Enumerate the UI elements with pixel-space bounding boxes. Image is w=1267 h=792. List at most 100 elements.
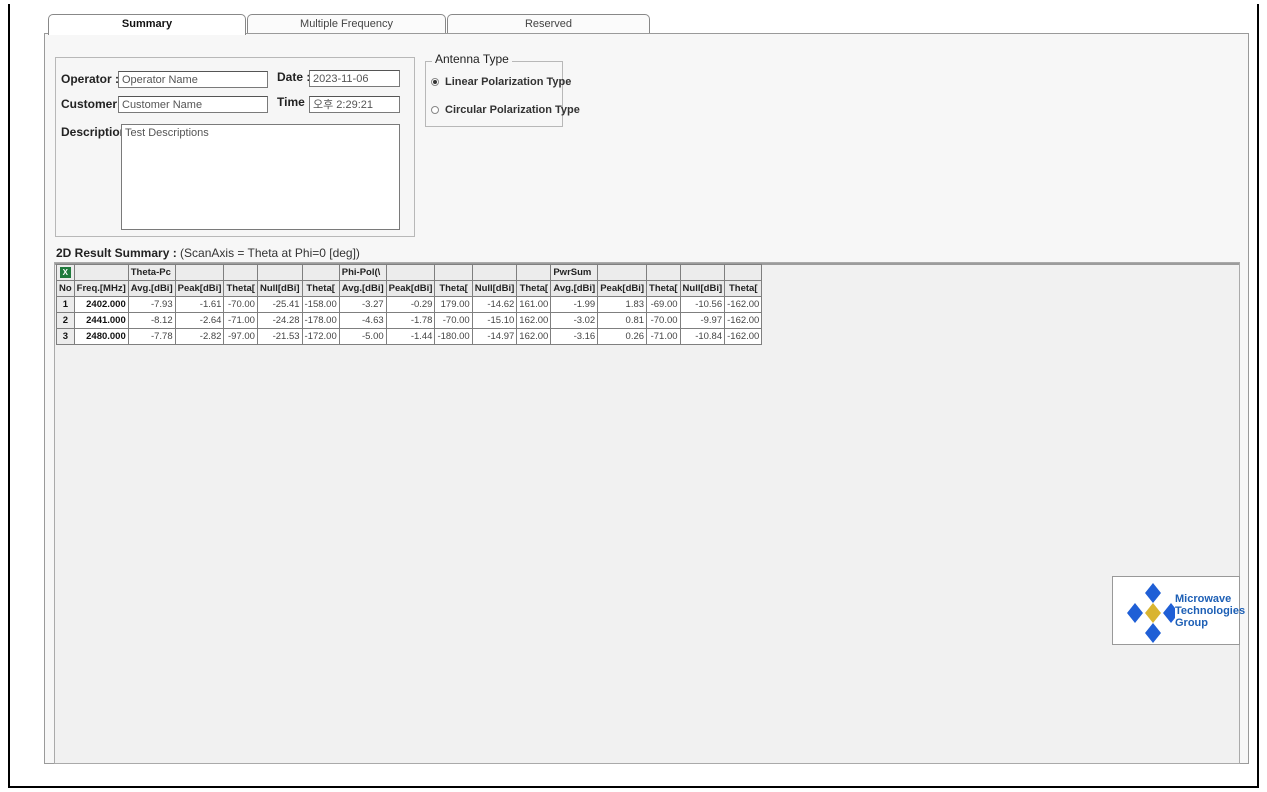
diamond-logo-icon xyxy=(1127,583,1175,643)
value-cell[interactable]: -162.00 xyxy=(724,296,763,313)
value-cell[interactable]: -2.64 xyxy=(174,312,225,329)
logo-line-3: Group xyxy=(1175,617,1208,629)
logo-text: Microwave Technologies Group xyxy=(1175,593,1245,629)
group-spacer xyxy=(385,264,436,281)
value-cell[interactable]: -71.00 xyxy=(646,328,681,345)
value-cell[interactable]: -69.00 xyxy=(646,296,681,313)
column-header[interactable]: Theta[ xyxy=(724,280,763,297)
tab-summary[interactable]: Summary xyxy=(48,14,246,35)
value-cell[interactable]: -3.02 xyxy=(550,312,599,329)
column-header[interactable]: Peak[dBi] xyxy=(597,280,648,297)
value-cell[interactable]: -178.00 xyxy=(301,312,340,329)
value-cell[interactable]: -24.28 xyxy=(256,312,303,329)
result-table[interactable]: X Theta-Pc Phi-Pol(\ PwrSum No Freq.[MHz]… xyxy=(56,264,763,345)
radio-linear-label: Linear Polarization Type xyxy=(445,76,572,88)
group-spacer xyxy=(174,264,225,281)
column-header[interactable]: Theta[ xyxy=(301,280,340,297)
value-cell[interactable]: -7.78 xyxy=(127,328,176,345)
radio-unselected-icon xyxy=(431,106,439,114)
column-header[interactable]: Null[dBi] xyxy=(679,280,726,297)
value-cell[interactable]: 161.00 xyxy=(516,296,552,313)
value-cell[interactable]: -25.41 xyxy=(256,296,303,313)
value-cell[interactable]: -97.00 xyxy=(223,328,258,345)
value-cell[interactable]: -4.63 xyxy=(338,312,387,329)
value-cell[interactable]: -7.93 xyxy=(127,296,176,313)
frequency-cell[interactable]: 2402.000 xyxy=(73,296,129,313)
row-number-cell[interactable]: 2 xyxy=(56,312,75,329)
column-header[interactable]: Theta[ xyxy=(516,280,552,297)
tab-multiple-frequency[interactable]: Multiple Frequency xyxy=(247,14,446,34)
value-cell[interactable]: -1.61 xyxy=(174,296,225,313)
column-header[interactable]: Null[dBi] xyxy=(471,280,518,297)
logo-line-1: Microwave xyxy=(1175,593,1232,605)
column-header[interactable]: No xyxy=(56,280,75,297)
column-header[interactable]: Avg.[dBi] xyxy=(338,280,387,297)
value-cell[interactable]: -2.82 xyxy=(174,328,225,345)
value-cell[interactable]: -8.12 xyxy=(127,312,176,329)
value-cell[interactable]: 1.83 xyxy=(597,296,648,313)
value-cell[interactable]: -70.00 xyxy=(223,296,258,313)
value-cell[interactable]: -70.00 xyxy=(434,312,473,329)
value-cell[interactable]: -5.00 xyxy=(338,328,387,345)
column-header[interactable]: Peak[dBi] xyxy=(174,280,225,297)
value-cell[interactable]: 179.00 xyxy=(434,296,473,313)
value-cell[interactable]: -0.29 xyxy=(385,296,436,313)
value-cell[interactable]: 162.00 xyxy=(516,328,552,345)
table-row[interactable]: 3 2480.000 -7.78 -2.82 -97.00 -21.53 -172.00 -5… xyxy=(56,328,763,345)
group-pwrsum: PwrSum xyxy=(550,264,599,281)
value-cell[interactable]: -162.00 xyxy=(724,312,763,329)
group-spacer xyxy=(301,264,340,281)
value-cell[interactable]: -3.27 xyxy=(338,296,387,313)
table-row[interactable]: 2 2441.000 -8.12 -2.64 -71.00 -24.28 -178.00 -4… xyxy=(56,312,763,329)
value-cell[interactable]: -14.62 xyxy=(471,296,518,313)
value-cell[interactable]: -15.10 xyxy=(471,312,518,329)
value-cell[interactable]: 0.26 xyxy=(597,328,648,345)
column-header[interactable]: Null[dBi] xyxy=(256,280,303,297)
value-cell[interactable]: -10.56 xyxy=(679,296,726,313)
value-cell[interactable]: -21.53 xyxy=(256,328,303,345)
value-cell[interactable]: -70.00 xyxy=(646,312,681,329)
time-field[interactable]: 오후 2:29:21 xyxy=(309,96,400,113)
value-cell[interactable]: -71.00 xyxy=(223,312,258,329)
value-cell[interactable]: -162.00 xyxy=(724,328,763,345)
radio-circular-polarization[interactable]: Circular Polarization Type xyxy=(431,104,580,116)
row-number-cell[interactable]: 1 xyxy=(56,296,75,313)
excel-export-icon[interactable]: X xyxy=(56,264,75,281)
frequency-cell[interactable]: 2480.000 xyxy=(73,328,129,345)
date-label: Date : xyxy=(277,70,311,84)
group-spacer xyxy=(73,264,129,281)
column-header[interactable]: Freq.[MHz] xyxy=(73,280,129,297)
value-cell[interactable]: -10.84 xyxy=(679,328,726,345)
date-field[interactable]: 2023-11-06 xyxy=(309,70,400,87)
radio-linear-polarization[interactable]: Linear Polarization Type xyxy=(431,76,571,88)
value-cell[interactable]: -14.97 xyxy=(471,328,518,345)
column-header[interactable]: Avg.[dBi] xyxy=(550,280,599,297)
group-spacer xyxy=(516,264,552,281)
value-cell[interactable]: -172.00 xyxy=(301,328,340,345)
value-cell[interactable]: -1.78 xyxy=(385,312,436,329)
value-cell[interactable]: -3.16 xyxy=(550,328,599,345)
mtg-logo: Microwave Technologies Group xyxy=(1112,576,1245,645)
antenna-type-group xyxy=(425,61,563,127)
value-cell[interactable]: -158.00 xyxy=(301,296,340,313)
column-header[interactable]: Theta[ xyxy=(646,280,681,297)
group-spacer xyxy=(471,264,518,281)
value-cell[interactable]: -9.97 xyxy=(679,312,726,329)
row-number-cell[interactable]: 3 xyxy=(56,328,75,345)
value-cell[interactable]: -180.00 xyxy=(434,328,473,345)
column-header[interactable]: Theta[ xyxy=(434,280,473,297)
table-row[interactable]: 1 2402.000 -7.93 -1.61 -70.00 -25.41 -158.00 -3… xyxy=(56,296,763,313)
tab-reserved[interactable]: Reserved xyxy=(447,14,650,34)
frequency-cell[interactable]: 2441.000 xyxy=(73,312,129,329)
column-header[interactable]: Avg.[dBi] xyxy=(127,280,176,297)
customer-field[interactable]: Customer Name xyxy=(118,96,268,113)
value-cell[interactable]: -1.44 xyxy=(385,328,436,345)
operator-field[interactable]: Operator Name xyxy=(118,71,268,88)
value-cell[interactable]: 0.81 xyxy=(597,312,648,329)
value-cell[interactable]: -1.99 xyxy=(550,296,599,313)
value-cell[interactable]: 162.00 xyxy=(516,312,552,329)
description-field[interactable]: Test Descriptions xyxy=(121,124,400,230)
group-spacer xyxy=(434,264,473,281)
column-header[interactable]: Theta[ xyxy=(223,280,258,297)
column-header[interactable]: Peak[dBi] xyxy=(385,280,436,297)
